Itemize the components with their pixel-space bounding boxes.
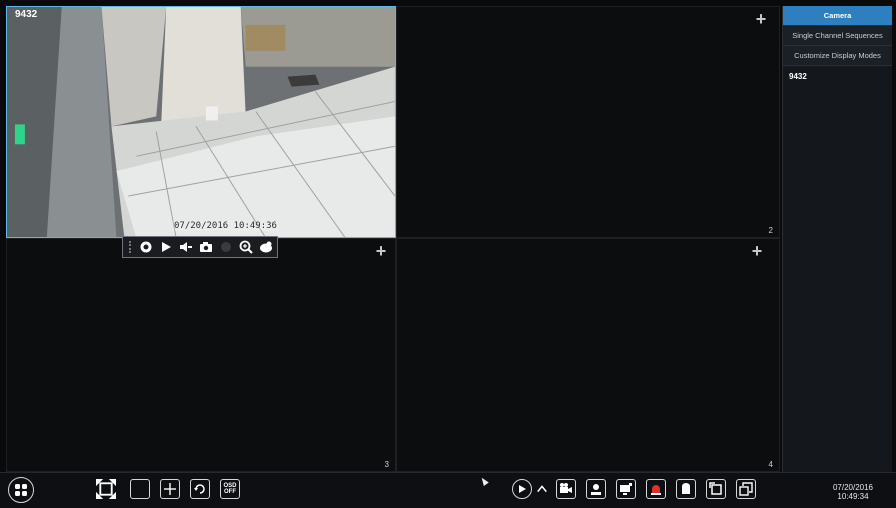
- audio-icon[interactable]: [179, 240, 193, 254]
- camera-tile-4[interactable]: + 4: [396, 238, 780, 472]
- nvr-live-view: 9432 07/20/2016 10:49:36 + 2 + 3 + 4 Cam…: [0, 0, 896, 508]
- camera-tile-1[interactable]: 9432 07/20/2016 10:49:36: [6, 6, 396, 238]
- expand-up-button[interactable]: [536, 479, 548, 499]
- live-video-feed: [7, 7, 395, 237]
- system-clock: 07/20/2016 10:49:34: [818, 483, 888, 501]
- camera-tile-2[interactable]: + 2: [396, 6, 780, 238]
- alarm-icon: [651, 485, 661, 495]
- record-icon[interactable]: [139, 240, 153, 254]
- add-camera-icon[interactable]: +: [373, 242, 389, 260]
- disk-icon: [682, 483, 690, 494]
- bottom-toolbar: OSD OFF 07/20/2016 10:49:34: [0, 472, 896, 508]
- snapshot-all-button[interactable]: [616, 479, 636, 499]
- tab-camera[interactable]: Camera: [783, 6, 892, 26]
- osd-label: OSD OFF: [223, 483, 236, 496]
- menu-grid-icon: [15, 484, 27, 496]
- person-icon: [591, 484, 601, 495]
- fullscreen-icon: [96, 479, 116, 499]
- tile-number: 4: [768, 460, 773, 469]
- play-icon: [519, 485, 526, 493]
- osd-toggle-button[interactable]: OSD OFF: [220, 479, 240, 499]
- tab-single-channel-sequences[interactable]: Single Channel Sequences: [783, 26, 892, 46]
- osd-label-line2: OFF: [223, 489, 236, 495]
- video-timestamp: 07/20/2016 10:49:36: [172, 221, 279, 231]
- camera-name-label: 9432: [15, 9, 38, 20]
- chevron-up-icon: [537, 485, 547, 493]
- backup-icon: [709, 482, 722, 495]
- add-camera-icon[interactable]: +: [749, 242, 765, 260]
- clock-time: 10:49:34: [837, 492, 869, 501]
- backup-button[interactable]: [706, 479, 726, 499]
- drag-handle[interactable]: [129, 241, 133, 253]
- camera-list: 9432: [783, 66, 892, 88]
- manual-record-button[interactable]: [556, 479, 576, 499]
- refresh-icon: [194, 484, 205, 494]
- layout-single-button[interactable]: [130, 479, 150, 499]
- quad-screen-icon: [164, 483, 176, 495]
- single-screen-icon: [133, 482, 147, 496]
- add-camera-icon[interactable]: +: [753, 10, 769, 28]
- monitor-icon: [620, 483, 632, 495]
- play-icon[interactable]: [159, 240, 173, 254]
- channel-toolbar: [122, 236, 278, 258]
- layout-quad-button[interactable]: [160, 479, 180, 499]
- zoom-icon[interactable]: [239, 240, 253, 254]
- stacked-windows-icon: [739, 482, 753, 496]
- tile-number: 2: [768, 226, 773, 235]
- tile-number: 3: [384, 460, 389, 469]
- start-menu-button[interactable]: [8, 477, 34, 503]
- color-adjust-icon[interactable]: [259, 240, 273, 254]
- sequence-button[interactable]: [190, 479, 210, 499]
- camera-tile-3[interactable]: + 3: [6, 238, 396, 472]
- intercom-button[interactable]: [586, 479, 606, 499]
- video-camera-icon: [560, 483, 572, 493]
- windows-button[interactable]: [736, 479, 756, 499]
- alarm-button[interactable]: [646, 479, 666, 499]
- snapshot-icon[interactable]: [199, 240, 213, 254]
- mouse-cursor: [479, 476, 489, 486]
- camera-list-item[interactable]: 9432: [789, 70, 886, 84]
- playback-button[interactable]: [512, 479, 532, 499]
- disk-button[interactable]: [676, 479, 696, 499]
- tab-customize-display-modes[interactable]: Customize Display Modes: [783, 46, 892, 66]
- fullscreen-button[interactable]: [96, 479, 116, 499]
- clock-date: 07/20/2016: [832, 483, 874, 492]
- disabled-icon: [219, 240, 233, 254]
- sidebar: Camera Single Channel Sequences Customiz…: [782, 6, 892, 476]
